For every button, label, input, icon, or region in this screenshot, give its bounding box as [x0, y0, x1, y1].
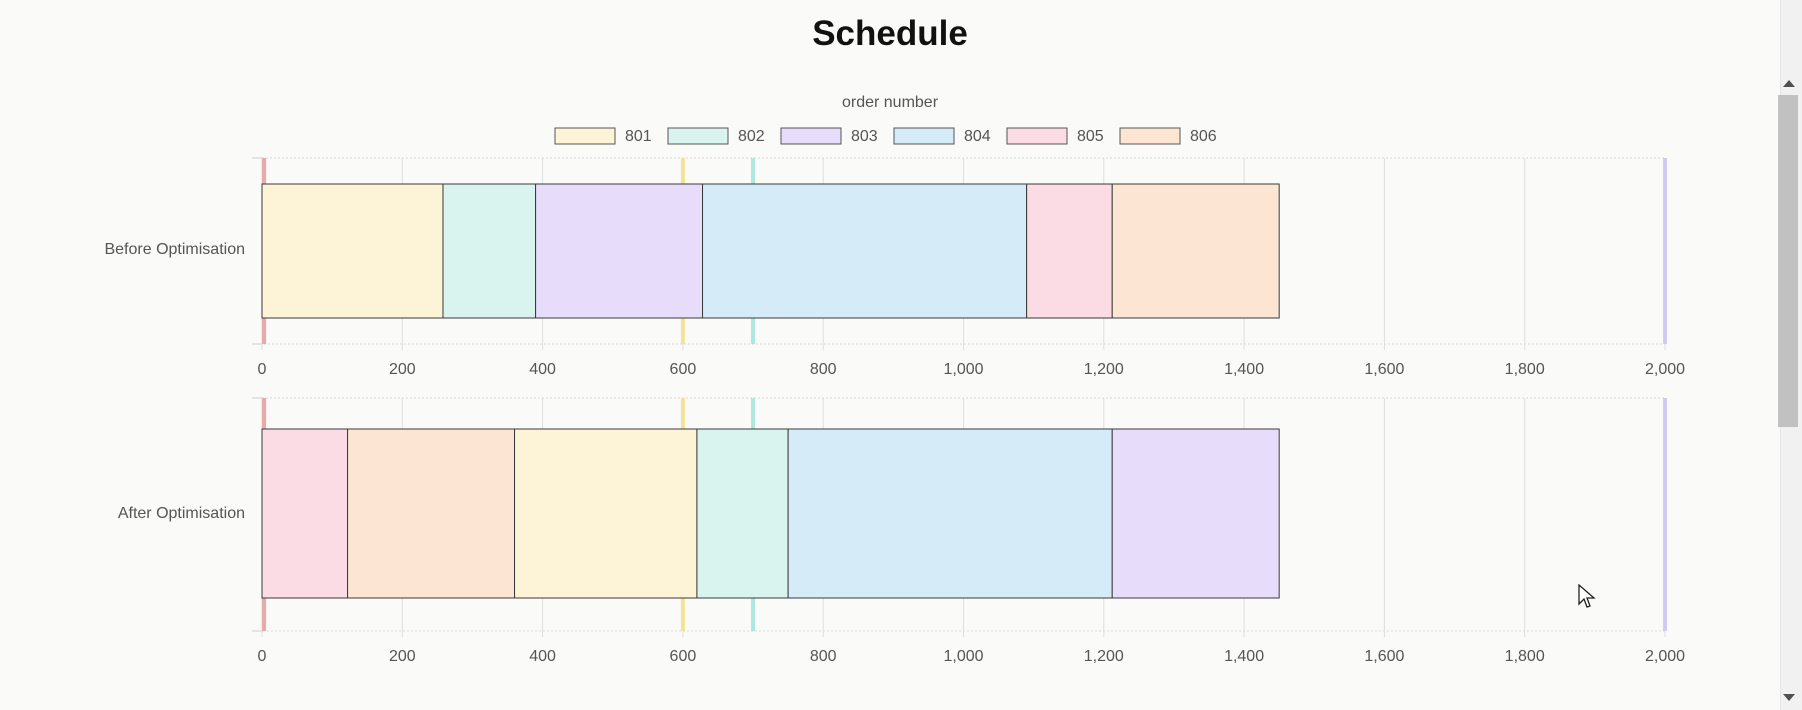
x-tick-label: 200	[389, 648, 416, 665]
panel-before: Before Optimisation 0 200 400 600 800 1,000 1,2…	[104, 157, 1685, 378]
bar-segment-801	[261, 183, 444, 319]
bar-segment-803	[1111, 428, 1280, 599]
x-tick-label: 1,800	[1505, 648, 1545, 665]
x-tick-label: 2,000	[1645, 648, 1685, 665]
mouse-pointer-icon	[1578, 584, 1596, 608]
scroll-down-arrow-icon[interactable]	[1783, 694, 1795, 701]
x-tick-label: 1,000	[943, 648, 983, 665]
x-tick-label: 0	[258, 361, 267, 378]
x-tick-label: 1,800	[1505, 361, 1545, 378]
legend-label-802: 802	[738, 128, 765, 145]
legend-label-801: 801	[625, 128, 652, 145]
x-tick-label: 400	[529, 648, 556, 665]
x-tick-label: 1,400	[1224, 648, 1264, 665]
bar-segment-806	[1111, 183, 1280, 319]
bar-segment-805	[1026, 183, 1113, 319]
x-tick-label: 2,000	[1645, 361, 1685, 378]
x-tick-label: 800	[810, 648, 837, 665]
chart-panels: Before Optimisation 0 200 400 600 800 1,000 1,2…	[104, 157, 1685, 665]
category-label: After Optimisation	[118, 505, 245, 522]
reference-line	[1663, 398, 1667, 631]
x-tick-label: 1,200	[1084, 648, 1124, 665]
legend-label-805: 805	[1077, 128, 1104, 145]
bar-segment-803	[535, 183, 704, 319]
bar-segment-806	[347, 428, 516, 599]
legend-swatch-802	[667, 127, 729, 145]
reference-line	[1663, 158, 1667, 344]
x-tick-label: 1,600	[1364, 361, 1404, 378]
legend: 801 802 803 804 805 806	[554, 127, 1217, 145]
scrollbar-thumb[interactable]	[1778, 95, 1798, 427]
schedule-chart: 801 802 803 804 805 806 Before Optimisation 0 2…	[104, 127, 1685, 665]
x-tick-label: 600	[670, 361, 697, 378]
category-label: Before Optimisation	[104, 241, 245, 258]
legend-swatch-803	[780, 127, 842, 145]
legend-swatch-801	[554, 127, 616, 145]
x-tick-label: 800	[810, 361, 837, 378]
panel-after: After Optimisation 0 200 400 600 800 1,000 1,20…	[118, 397, 1685, 665]
x-tick-label: 400	[529, 361, 556, 378]
scroll-up-arrow-icon[interactable]	[1783, 80, 1795, 87]
bar-segment-804	[787, 428, 1113, 599]
legend-label-806: 806	[1190, 128, 1217, 145]
bar-segment-802	[442, 183, 537, 319]
bar-segment-802	[696, 428, 789, 599]
legend-swatch-804	[893, 127, 955, 145]
bar-segment-801	[514, 428, 698, 599]
x-tick-label: 1,600	[1364, 648, 1404, 665]
x-tick-label: 0	[258, 648, 267, 665]
x-tick-label: 1,000	[943, 361, 983, 378]
x-tick-label: 600	[670, 648, 697, 665]
legend-swatch-806	[1119, 127, 1181, 145]
x-tick-label: 200	[389, 361, 416, 378]
legend-label-804: 804	[964, 128, 991, 145]
x-tick-label: 1,400	[1224, 361, 1264, 378]
bar-segment-805	[261, 428, 349, 599]
legend-swatch-805	[1006, 127, 1068, 145]
bar-segment-804	[702, 183, 1028, 319]
legend-label-803: 803	[851, 128, 878, 145]
x-tick-label: 1,200	[1084, 361, 1124, 378]
